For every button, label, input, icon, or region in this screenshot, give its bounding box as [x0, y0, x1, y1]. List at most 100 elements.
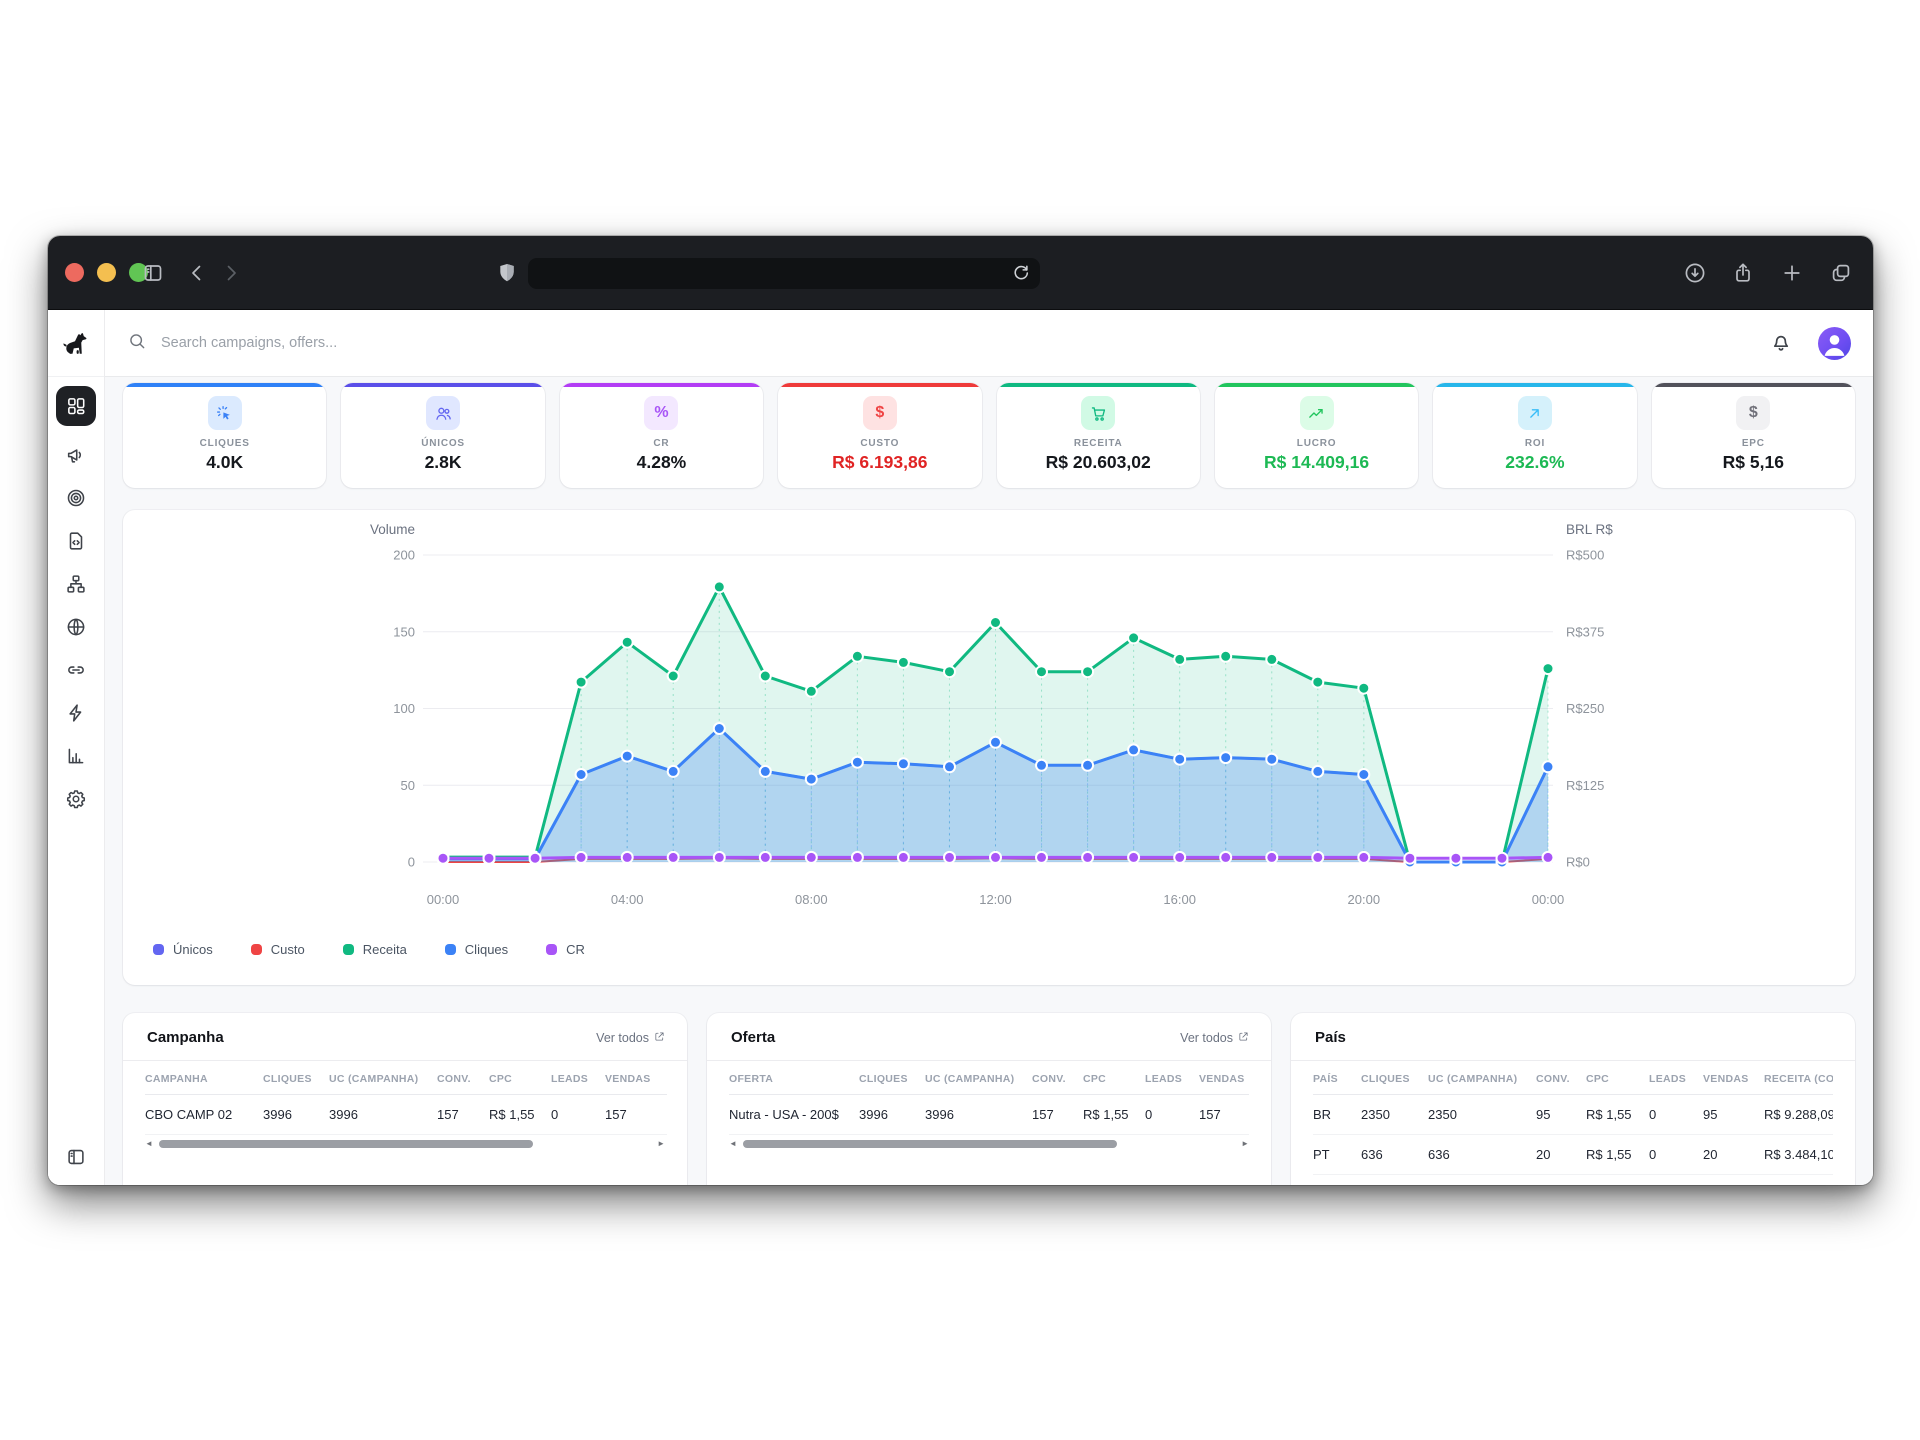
collapse-sidebar-icon[interactable]	[62, 1143, 90, 1171]
svg-text:R$0: R$0	[1566, 855, 1590, 870]
kpi-value: 4.28%	[560, 452, 763, 473]
table-panel-oferta: OfertaVer todosOFERTACLIQUESUC (CAMPANHA…	[707, 1013, 1271, 1185]
table-title: Oferta	[731, 1029, 775, 1046]
column-header: LEADS	[551, 1073, 605, 1095]
sidebar-item-bar-chart-icon[interactable]	[62, 742, 90, 770]
scroll-left-icon[interactable]: ◄	[145, 1139, 153, 1148]
table-cell: 636	[1361, 1135, 1428, 1175]
table-cell: 20	[1703, 1135, 1764, 1175]
scroll-right-icon[interactable]: ►	[657, 1139, 665, 1148]
address-bar[interactable]	[528, 258, 1040, 289]
sidebar-item-link-icon[interactable]	[62, 656, 90, 684]
external-link-icon	[1238, 1031, 1249, 1045]
table-row[interactable]: BR2350235095R$ 1,55095R$ 9.288,09	[1291, 1095, 1855, 1135]
sidebar-item-megaphone-icon[interactable]	[62, 441, 90, 469]
reload-icon[interactable]	[1010, 262, 1033, 285]
kpi-card-roi: ROI232.6%	[1433, 383, 1636, 488]
traffic-lights	[65, 263, 148, 282]
legend-item-cr[interactable]: CR	[546, 942, 585, 957]
sidebar-item-sitemap-icon[interactable]	[62, 570, 90, 598]
table-cell: 0	[1145, 1095, 1199, 1135]
percent-icon: %	[644, 396, 678, 430]
kpi-value: 4.0K	[123, 452, 326, 473]
kpi-accent-bar	[997, 383, 1200, 387]
table-cell: 3996	[263, 1095, 329, 1135]
legend-item-receita[interactable]: Receita	[343, 942, 407, 957]
legend-swatch	[153, 944, 164, 955]
notifications-bell-icon[interactable]	[1769, 330, 1795, 356]
user-avatar[interactable]	[1818, 327, 1851, 360]
table-cell: 0	[551, 1095, 605, 1135]
svg-text:R$250: R$250	[1566, 701, 1604, 716]
table-title: Campanha	[147, 1029, 224, 1046]
search-input[interactable]	[161, 335, 581, 351]
table-cell: BR	[1313, 1095, 1361, 1135]
sidebar-item-page-code-icon[interactable]	[62, 527, 90, 555]
column-header: VENDAS	[1199, 1073, 1249, 1095]
sidebar-item-target-icon[interactable]	[62, 484, 90, 512]
horizontal-scrollbar[interactable]: ◄ ►	[729, 1138, 1249, 1150]
svg-text:00:00: 00:00	[427, 892, 460, 907]
tab-overview-icon[interactable]	[1826, 258, 1856, 288]
column-header: CLIQUES	[1361, 1073, 1428, 1095]
table-cell: 3996	[859, 1095, 925, 1135]
kpi-value: 2.8K	[341, 452, 544, 473]
downloads-icon[interactable]	[1680, 258, 1710, 288]
legend-label: Receita	[363, 942, 407, 957]
share-icon[interactable]	[1728, 258, 1758, 288]
new-tab-icon[interactable]	[1777, 258, 1807, 288]
ver-todos-link[interactable]: Ver todos	[1180, 1031, 1249, 1045]
svg-text:100: 100	[393, 701, 415, 716]
table-row[interactable]: CBO CAMP 0239963996157R$ 1,550157R	[123, 1095, 687, 1135]
table-cell: 95	[1703, 1095, 1764, 1135]
svg-text:Volume: Volume	[370, 522, 415, 537]
table-cell: 157	[1199, 1095, 1249, 1135]
horizontal-scrollbar[interactable]: ◄ ►	[145, 1138, 665, 1150]
svg-text:R$125: R$125	[1566, 778, 1604, 793]
kpi-value: R$ 14.409,16	[1215, 452, 1418, 473]
ver-todos-label: Ver todos	[1180, 1031, 1233, 1045]
app-logo[interactable]	[48, 310, 104, 377]
ver-todos-link[interactable]: Ver todos	[596, 1031, 665, 1045]
column-header: PAÍS	[1313, 1073, 1361, 1095]
browser-sidebar-toggle-icon[interactable]	[138, 258, 168, 288]
scrollbar-thumb[interactable]	[159, 1140, 533, 1148]
kpi-value: R$ 20.603,02	[997, 452, 1200, 473]
column-header: CPC	[489, 1073, 551, 1095]
sidebar-item-gear-icon[interactable]	[62, 785, 90, 813]
column-header: LEADS	[1649, 1073, 1703, 1095]
close-window-button[interactable]	[65, 263, 84, 282]
sidebar-item-lightning-icon[interactable]	[62, 699, 90, 727]
table-panel-campanha: CampanhaVer todosCAMPANHACLIQUESUC (CAMP…	[123, 1013, 687, 1185]
legend-swatch	[251, 944, 262, 955]
sidebar-item-globe-icon[interactable]	[62, 613, 90, 641]
kpi-label: CUSTO	[778, 438, 981, 449]
legend-item-custo[interactable]: Custo	[251, 942, 305, 957]
kpi-value: R$ 5,16	[1652, 452, 1855, 473]
forward-icon[interactable]	[216, 258, 246, 288]
minimize-window-button[interactable]	[97, 263, 116, 282]
scroll-right-icon[interactable]: ►	[1241, 1139, 1249, 1148]
scroll-left-icon[interactable]: ◄	[729, 1139, 737, 1148]
external-link-icon	[654, 1031, 665, 1045]
legend-item-únicos[interactable]: Únicos	[153, 942, 213, 957]
sidebar-item-dashboard-icon[interactable]	[56, 386, 96, 426]
dollar-icon: $	[1736, 396, 1770, 430]
table-cell: 2350	[1428, 1095, 1536, 1135]
column-header: UC (CAMPANHA)	[925, 1073, 1032, 1095]
column-header: CONV.	[437, 1073, 489, 1095]
kpi-card-únicos: ÚNICOS2.8K	[341, 383, 544, 488]
scrollbar-thumb[interactable]	[743, 1140, 1117, 1148]
column-header: CONV.	[1032, 1073, 1083, 1095]
table-cell: R$ 1,55	[1083, 1095, 1145, 1135]
legend-swatch	[445, 944, 456, 955]
back-icon[interactable]	[182, 258, 212, 288]
table-cell: 0	[1649, 1135, 1703, 1175]
app-topbar	[105, 310, 1873, 377]
legend-item-cliques[interactable]: Cliques	[445, 942, 508, 957]
privacy-shield-icon[interactable]	[492, 258, 522, 288]
table-row[interactable]: PT63663620R$ 1,55020R$ 3.484,10	[1291, 1135, 1855, 1175]
svg-text:BRL R$: BRL R$	[1566, 522, 1613, 537]
table-row[interactable]: Nutra - USA - 200$39963996157R$ 1,550157	[707, 1095, 1271, 1135]
dollar-icon: $	[863, 396, 897, 430]
